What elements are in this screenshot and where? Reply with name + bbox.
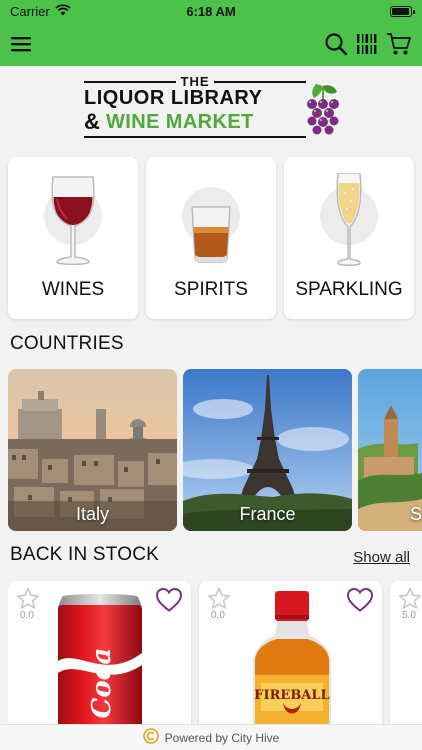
category-label: SPIRITS — [174, 279, 248, 300]
category-label: WINES — [41, 279, 105, 300]
country-label: France — [239, 504, 296, 524]
svg-text:Coca: Coca — [87, 648, 117, 719]
country-label: S — [410, 504, 422, 524]
country-card-spain[interactable]: S — [358, 369, 422, 531]
champagne-flute-icon — [284, 173, 414, 269]
fireball-bottle-image: FIREBALL — [247, 591, 337, 724]
whiskey-glass-icon — [146, 173, 276, 269]
country-card-italy[interactable]: Italy — [8, 369, 177, 531]
product-card[interactable]: 5.0 — [390, 581, 422, 724]
status-bar: Carrier 6:18 AM — [0, 0, 422, 22]
hamburger-menu-icon[interactable] — [10, 35, 32, 53]
logo-rule-right — [214, 81, 306, 83]
battery-level — [392, 7, 410, 15]
status-left: Carrier — [10, 4, 71, 19]
coca-cola-can-image: Coca — [48, 591, 152, 724]
grapes-icon — [306, 82, 340, 143]
app-screen: Carrier 6:18 AM THE LIQUOR LIBRARY & WIN… — [0, 0, 422, 750]
powered-by-text: Powered by City Hive — [164, 730, 280, 745]
cart-icon[interactable] — [386, 32, 412, 56]
svg-text:FIREBALL: FIREBALL — [254, 688, 329, 703]
back-in-stock-title: BACK IN STOCK — [10, 544, 160, 565]
wine-glass-icon — [8, 173, 138, 269]
battery-icon — [390, 5, 415, 17]
product-card[interactable]: 0.0 FIREBALL — [199, 581, 382, 724]
products-carousel[interactable]: 0.0 Coca 0.0 FIREBALL 5.0 — [8, 581, 422, 724]
heart-outline-icon[interactable] — [346, 587, 374, 618]
powered-by-footer[interactable]: Powered by City Hive — [0, 724, 422, 750]
rating-value: 0.0 — [20, 610, 34, 621]
nav-bar — [0, 22, 422, 66]
search-icon[interactable] — [324, 32, 348, 56]
logo-ampersand: & — [84, 109, 100, 134]
city-hive-logo-icon — [142, 728, 159, 747]
category-row: WINES SPIRITS SPARKLING — [8, 157, 414, 319]
category-card-spirits[interactable]: SPIRITS — [146, 157, 276, 319]
product-card[interactable]: 0.0 Coca — [8, 581, 191, 724]
country-card-france[interactable]: France — [183, 369, 352, 531]
countries-carousel[interactable]: Italy France S — [8, 369, 422, 531]
logo-rule-bottom — [84, 136, 306, 138]
wifi-icon — [55, 3, 71, 19]
category-card-sparkling[interactable]: SPARKLING — [284, 157, 414, 319]
country-label: Italy — [75, 504, 109, 524]
logo-liquor-library: LIQUOR LIBRARY — [84, 87, 263, 109]
countries-title: COUNTRIES — [10, 333, 124, 354]
carrier-label: Carrier — [10, 3, 50, 19]
barcode-scan-icon[interactable] — [355, 32, 379, 56]
category-label: SPARKLING — [295, 279, 403, 300]
nav-actions — [324, 32, 412, 56]
heart-outline-icon[interactable] — [155, 587, 183, 618]
rating-value: 0.0 — [211, 610, 225, 621]
logo-wine-market: WINE MARKET — [106, 111, 254, 133]
show-all-link[interactable]: Show all — [353, 549, 410, 566]
category-card-wines[interactable]: WINES — [8, 157, 138, 319]
store-logo[interactable]: THE LIQUOR LIBRARY & WINE MARKET — [84, 74, 340, 142]
rating-value: 5.0 — [402, 610, 416, 621]
